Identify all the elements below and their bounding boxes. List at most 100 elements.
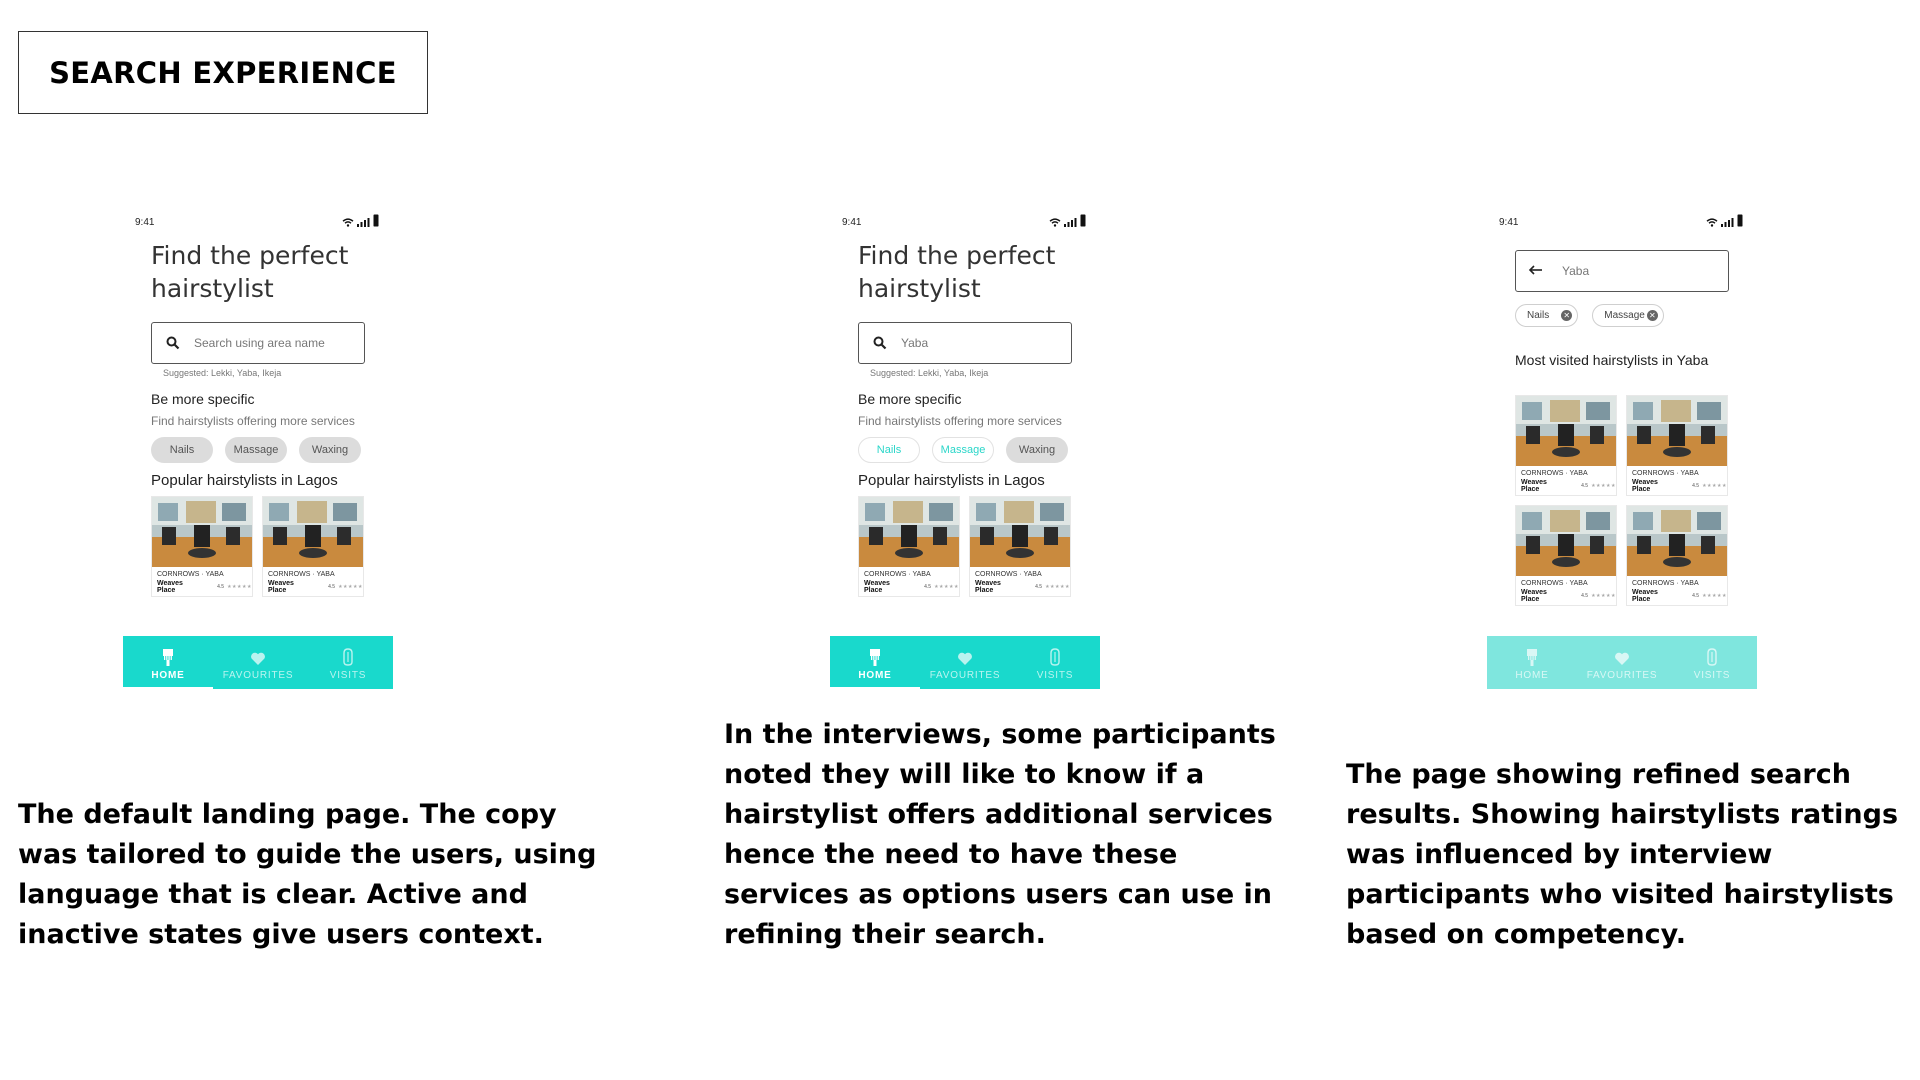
stylist-card[interactable]: CORNROWS · YABA Weaves Place 4.5 ★★★★★ [151,496,253,597]
phone-screen-default: 9:41 Find the perfect hairstylist Search… [123,209,393,689]
card-list: CORNROWS · YABA Weaves Place 4.5 ★★★★★ COR… [858,496,1071,597]
card-name: Weaves Place [975,580,1001,594]
service-chips: Nails Massage Waxing [151,437,361,463]
salon-photo [1627,506,1727,576]
comb-icon [163,649,173,666]
tab-favourites[interactable]: FAVOURITES [920,636,1010,689]
card-name: Weaves Place [1521,479,1547,493]
card-name: Weaves Place [1632,479,1658,493]
search-input[interactable]: Yaba [1515,250,1729,292]
battery-icon [1737,214,1743,227]
chip-nails[interactable]: Nails [858,437,920,463]
caption-additional-services: In the interviews, some participants not… [724,719,1276,950]
section-subtitle: Find hairstylists offering more services [858,414,1062,428]
tab-visits-label: VISITS [1036,670,1074,681]
tab-visits[interactable]: VISITS [1010,636,1100,689]
status-icons [342,214,379,227]
stylist-card[interactable]: CORNROWS · YABA Weaves Place 4.5 ★★★★★ [858,496,960,597]
hair-clip-icon [1707,648,1717,666]
star-rating-icon: ★★★★★ [1702,593,1727,599]
screen-heading: Find the perfect hairstylist [858,241,1056,303]
star-rating-icon: ★★★★★ [1591,593,1616,599]
signal-icon [1721,218,1734,227]
card-category: CORNROWS · YABA [864,571,931,578]
card-rating: 4.5 [1692,483,1700,489]
tab-visits-label: VISITS [329,670,367,681]
status-time: 9:41 [135,217,155,228]
salon-photo [859,497,959,567]
star-rating-icon: ★★★★★ [1702,483,1727,489]
tab-home[interactable]: HOME [830,636,920,689]
card-list: CORNROWS · YABA Weaves Place 4.5 ★★★★★ COR… [151,496,364,597]
popular-title: Popular hairstylists in Lagos [151,472,338,489]
stylist-card[interactable]: CORNROWS · YABA Weaves Place 4.5 ★★★★★ [1515,395,1617,496]
caption-default-landing: The default landing page. The copy was t… [18,799,597,950]
results-title: Most visited hairstylists in Yaba [1515,352,1709,368]
star-rating-icon: ★★★★★ [1591,483,1616,489]
chip-massage[interactable]: Massage [932,437,994,463]
tab-favourites[interactable]: FAVOURITES [213,636,303,689]
tab-favourites[interactable]: FAVOURITES [1577,636,1667,689]
back-arrow-icon[interactable] [1528,264,1544,276]
tab-home[interactable]: HOME [1487,636,1577,689]
heart-icon [1615,652,1629,665]
section-title: Be more specific [858,391,962,407]
heart-icon [251,652,265,665]
filter-chip-label: Nails [1527,310,1550,321]
chip-massage[interactable]: Massage [225,437,287,463]
filter-chip-nails[interactable]: Nails ✕ [1515,304,1579,327]
chip-waxing[interactable]: Waxing [299,437,361,463]
card-name: Weaves Place [1632,589,1658,603]
filter-chip-massage[interactable]: Massage ✕ [1592,304,1664,327]
card-category: CORNROWS · YABA [1521,470,1588,477]
chip-nails[interactable]: Nails [151,437,213,463]
tab-visits[interactable]: VISITS [303,636,393,689]
bottom-tab-bar: HOME FAVOURITES VISITS [830,636,1100,689]
card-name: Weaves Place [864,580,890,594]
comb-icon [1527,649,1537,666]
stylist-card[interactable]: CORNROWS · YABA Weaves Place 4.5 ★★★★★ [969,496,1071,597]
tab-visits-label: VISITS [1693,670,1731,681]
screen-heading: Find the perfect hairstylist [151,241,349,303]
tab-favourites-label: FAVOURITES [222,670,294,681]
stylist-card[interactable]: CORNROWS · YABA Weaves Place 4.5 ★★★★★ [262,496,364,597]
card-name: Weaves Place [1521,589,1547,603]
card-name: Weaves Place [268,580,294,594]
salon-photo [1627,396,1727,466]
star-rating-icon: ★★★★★ [227,584,252,590]
search-icon [166,336,180,350]
salon-photo [970,497,1070,567]
search-input[interactable]: Yaba [858,322,1072,364]
card-category: CORNROWS · YABA [975,571,1042,578]
tab-home[interactable]: HOME [123,636,213,689]
wifi-icon [1706,218,1718,227]
filter-chip-label: Massage [1604,310,1645,321]
wifi-icon [1049,218,1061,227]
battery-icon [1080,214,1086,227]
card-name: Weaves Place [157,580,183,594]
service-chips: Nails Massage Waxing [858,437,1068,463]
status-icons [1049,214,1086,227]
search-input[interactable]: Search using area name [151,322,365,364]
hair-clip-icon [1050,648,1060,666]
close-icon[interactable]: ✕ [1646,310,1658,321]
tab-visits[interactable]: VISITS [1667,636,1757,689]
status-icons [1706,214,1743,227]
phone-screen-filters: 9:41 Find the perfect hairstylist Yaba S… [830,209,1100,689]
close-icon[interactable]: ✕ [1561,310,1573,321]
stylist-card[interactable]: CORNROWS · YABA Weaves Place 4.5 ★★★★★ [1515,505,1617,606]
stylist-card[interactable]: CORNROWS · YABA Weaves Place 4.5 ★★★★★ [1626,395,1728,496]
tab-favourites-label: FAVOURITES [929,670,1001,681]
card-category: CORNROWS · YABA [1632,580,1699,587]
search-input-text: Search using area name [194,336,325,350]
tab-favourites-label: FAVOURITES [1586,670,1658,681]
signal-icon [1064,218,1077,227]
search-input-text: Yaba [901,336,929,350]
stylist-card[interactable]: CORNROWS · YABA Weaves Place 4.5 ★★★★★ [1626,505,1728,606]
wifi-icon [342,218,354,227]
card-rating: 4.5 [328,584,336,590]
salon-photo [263,497,363,567]
chip-waxing[interactable]: Waxing [1006,437,1068,463]
search-input-text: Yaba [1562,264,1590,278]
card-category: CORNROWS · YABA [157,571,224,578]
